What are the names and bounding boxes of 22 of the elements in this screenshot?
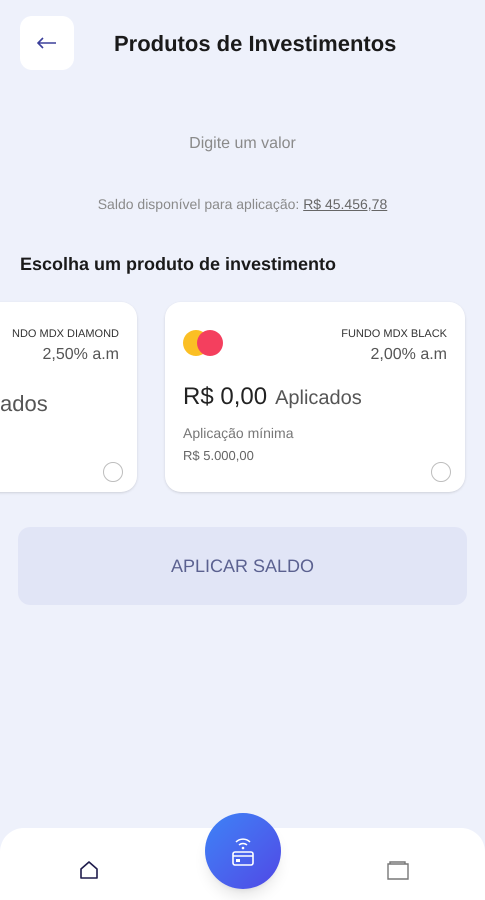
card-logo-icon — [183, 330, 225, 356]
applied-label: ados — [0, 390, 49, 418]
folder-icon[interactable] — [386, 859, 410, 881]
product-card[interactable]: FUNDO MDX BLACK 2,00% a.m R$ 0,00 Aplicados Aplicação mínima R$ 5.000,00 — [165, 302, 465, 492]
minimum-value: R$ 5.000,00 — [183, 446, 255, 464]
product-name: NDO MDX DIAMOND — [11, 327, 119, 342]
product-card[interactable]: NDO MDX DIAMOND 2,50% a.m ados — [0, 302, 137, 492]
home-icon[interactable] — [78, 859, 100, 881]
radio-button[interactable] — [103, 462, 123, 482]
applied-label: Aplicados — [275, 386, 362, 410]
section-title: Escolha um produto de investimento — [20, 253, 338, 276]
contactless-card-icon — [231, 836, 255, 866]
minimum-label: Aplicação mínima — [183, 424, 294, 443]
applied-amount: R$ 0,00 — [183, 382, 268, 412]
product-rate: 2,00% a.m — [370, 344, 447, 364]
back-arrow-icon — [37, 37, 57, 49]
product-rate: 2,50% a.m — [42, 344, 119, 364]
amount-input-field[interactable]: Digite um valor — [122, 132, 362, 156]
radio-button[interactable] — [431, 462, 451, 482]
product-name: FUNDO MDX BLACK — [341, 327, 447, 342]
balance-text: Saldo disponível para aplicação: R$ 45.456,78 — [96, 195, 388, 214]
page-title: Produtos de Investimentos — [114, 30, 396, 58]
